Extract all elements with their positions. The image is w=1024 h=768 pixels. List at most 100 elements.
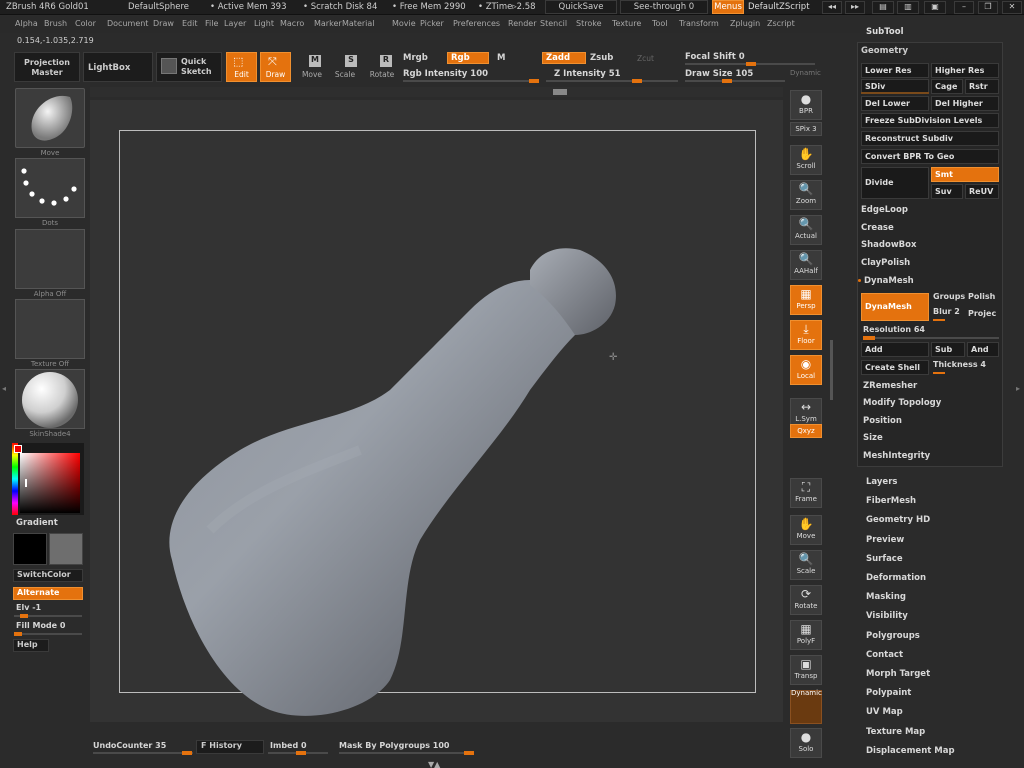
del-lower-button[interactable]: Del Lower <box>861 96 929 111</box>
sub-palette-fibermesh[interactable]: FiberMesh <box>866 496 916 506</box>
menu-item-draw[interactable]: Draw <box>153 19 174 28</box>
right-tool-zoom[interactable]: 🔍 Zoom <box>790 180 822 210</box>
undo-counter-slider[interactable]: UndoCounter 35 <box>93 741 166 750</box>
right-tool-bpr[interactable]: ● BPR <box>790 90 822 120</box>
right-tool-qxyz[interactable]: Qxyz <box>790 424 822 438</box>
right-tool-scale[interactable]: 🔍 Scale <box>790 550 822 580</box>
thickness-slider[interactable]: Thickness 4 <box>933 360 999 369</box>
smt-button[interactable]: Smt <box>931 167 999 182</box>
texture-thumbnail[interactable] <box>15 299 85 359</box>
bottle-mesh[interactable] <box>90 100 783 722</box>
gradient-label[interactable]: Gradient <box>16 518 58 528</box>
menu-item-color[interactable]: Color <box>75 19 96 28</box>
scroll-right-icon[interactable]: ▸▸ <box>845 1 865 14</box>
groups-button[interactable]: Groups <box>933 292 967 301</box>
default-zscript[interactable]: DefaultZScript <box>748 2 810 12</box>
sub-palette-morph-target[interactable]: Morph Target <box>866 669 930 679</box>
menu-item-tool[interactable]: Tool <box>652 19 668 28</box>
geometry-header[interactable]: Geometry <box>861 46 1001 56</box>
right-tool-move[interactable]: ✋ Move <box>790 515 822 545</box>
close-icon[interactable]: ✕ <box>1002 1 1022 14</box>
menu-item-movie[interactable]: Movie <box>392 19 416 28</box>
rgb-intensity-slider[interactable]: Rgb Intensity 100 <box>403 69 488 79</box>
project-button[interactable]: Projec <box>968 309 1002 318</box>
sub-palette-texture-map[interactable]: Texture Map <box>866 727 925 737</box>
main-color-swatch[interactable] <box>13 533 47 565</box>
stroke-thumbnail[interactable] <box>15 158 85 218</box>
sub-palette-displacement-map[interactable]: Displacement Map <box>866 746 955 756</box>
secondary-color-swatch[interactable] <box>49 533 83 565</box>
subtool-header[interactable]: SubTool <box>866 27 904 37</box>
suv-button[interactable]: Suv <box>931 184 963 199</box>
polish-button[interactable]: Polish <box>968 292 1002 301</box>
modify-topology-item[interactable]: Modify Topology <box>863 398 1003 408</box>
brush-thumbnail[interactable] <box>15 88 85 148</box>
material-thumbnail[interactable] <box>15 369 85 429</box>
sub-palette-polypaint[interactable]: Polypaint <box>866 688 911 698</box>
menu-item-transform[interactable]: Transform <box>679 19 719 28</box>
color-picker[interactable] <box>12 443 84 515</box>
sub-palette-geometry-hd[interactable]: Geometry HD <box>866 515 930 525</box>
right-tool-frame[interactable]: ⛶ Frame <box>790 478 822 508</box>
sub-button[interactable]: Sub <box>931 342 965 357</box>
size-item[interactable]: Size <box>863 433 1003 443</box>
quicksave-button[interactable]: QuickSave <box>545 0 617 14</box>
lower-res-button[interactable]: Lower Res <box>861 63 929 78</box>
menu-item-file[interactable]: File <box>205 19 218 28</box>
right-tool-local[interactable]: ◉ Local <box>790 355 822 385</box>
and-button[interactable]: And <box>967 342 999 357</box>
see-through-slider[interactable]: See-through 0 <box>620 0 708 14</box>
create-shell-button[interactable]: Create Shell <box>861 360 929 375</box>
top-canvas-scroll-handle[interactable] <box>553 89 567 95</box>
menu-item-stroke[interactable]: Stroke <box>576 19 602 28</box>
rstr-button[interactable]: Rstr <box>965 79 999 94</box>
menu-item-picker[interactable]: Picker <box>420 19 444 28</box>
meshintegrity-item[interactable]: MeshIntegrity <box>863 451 1003 461</box>
claypolish-item[interactable]: ClayPolish <box>861 258 1001 268</box>
layout-icon[interactable]: ▤ <box>872 1 894 14</box>
sub-palette-layers[interactable]: Layers <box>866 477 897 487</box>
sub-palette-masking[interactable]: Masking <box>866 592 906 602</box>
shadowbox-item[interactable]: ShadowBox <box>861 240 1001 250</box>
alternate-button[interactable]: Alternate <box>13 587 83 600</box>
menu-item-layer[interactable]: Layer <box>224 19 246 28</box>
layout-alt-icon[interactable]: ▥ <box>897 1 919 14</box>
history-button[interactable]: F History <box>196 740 264 754</box>
imbed-slider[interactable]: Imbed 0 <box>270 741 307 750</box>
m-button[interactable]: M <box>497 53 505 63</box>
menu-item-texture[interactable]: Texture <box>612 19 641 28</box>
fill-mode-slider[interactable]: Fill Mode 0 <box>16 621 65 630</box>
projection-master-button[interactable]: Projection Master <box>14 52 80 82</box>
right-tool-scroll[interactable]: ✋ Scroll <box>790 145 822 175</box>
minimize-icon[interactable]: – <box>954 1 974 14</box>
draw-size-slider[interactable]: Draw Size 105 <box>685 69 753 79</box>
z-intensity-slider[interactable]: Z Intensity 51 <box>554 69 621 79</box>
restore-icon[interactable]: ❐ <box>978 1 998 14</box>
right-tool-transp[interactable]: ▣ Transp <box>790 655 822 685</box>
elv-slider[interactable]: Elv -1 <box>16 603 41 612</box>
add-button[interactable]: Add <box>861 342 929 357</box>
menu-item-stencil[interactable]: Stencil <box>540 19 567 28</box>
blur-slider[interactable]: Blur 2 <box>933 307 967 316</box>
menu-item-preferences[interactable]: Preferences <box>453 19 500 28</box>
lock-icon[interactable]: ▣ <box>924 1 946 14</box>
lightbox-button[interactable]: LightBox <box>83 52 153 82</box>
sub-palette-deformation[interactable]: Deformation <box>866 573 926 583</box>
menu-item-alpha[interactable]: Alpha <box>15 19 38 28</box>
sub-palette-polygroups[interactable]: Polygroups <box>866 631 920 641</box>
del-higher-button[interactable]: Del Higher <box>931 96 999 111</box>
mrgb-button[interactable]: Mrgb <box>403 53 428 63</box>
menu-item-document[interactable]: Document <box>107 19 148 28</box>
freeze-subdivision-button[interactable]: Freeze SubDivision Levels <box>861 113 999 128</box>
sub-palette-uv-map[interactable]: UV Map <box>866 707 903 717</box>
reuv-button[interactable]: ReUV <box>965 184 999 199</box>
rgb-button[interactable]: Rgb <box>447 52 489 64</box>
sub-palette-contact[interactable]: Contact <box>866 650 903 660</box>
bottom-tray-arrow-icon[interactable]: ▼▲ <box>428 760 440 768</box>
sub-palette-surface[interactable]: Surface <box>866 554 903 564</box>
right-tool-rotate[interactable]: ⟳ Rotate <box>790 585 822 615</box>
dynamesh-button[interactable]: DynaMesh <box>861 293 929 321</box>
menus-button[interactable]: Menus <box>712 0 744 14</box>
position-item[interactable]: Position <box>863 416 1003 426</box>
right-tray-arrow-icon[interactable]: ▸ <box>1016 384 1020 393</box>
